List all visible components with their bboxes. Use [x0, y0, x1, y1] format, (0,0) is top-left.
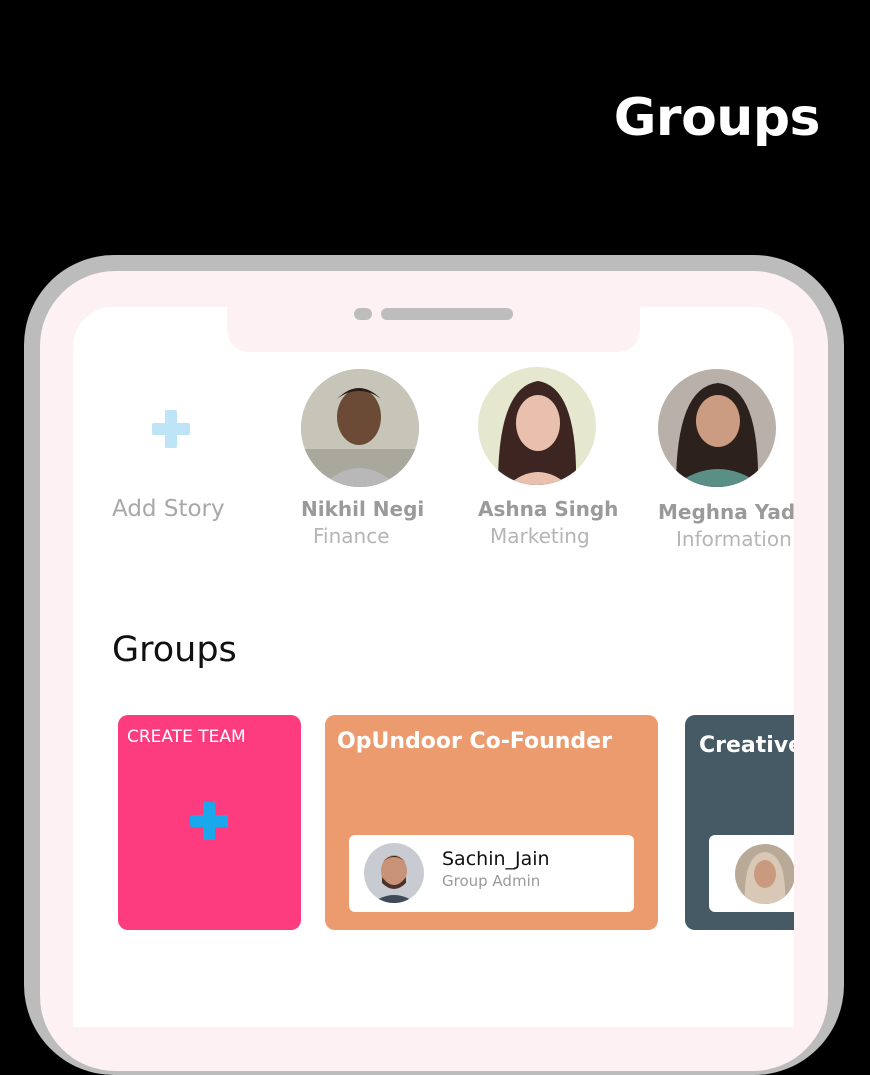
avatar: [658, 369, 776, 487]
story-name: Nikhil Negi: [301, 497, 425, 521]
group-card[interactable]: OpUndoor Co-Founder Sachin_Jain Group Ad…: [325, 715, 658, 930]
avatar: [301, 369, 419, 487]
story-name: Ashna Singh: [478, 497, 619, 521]
page-heading: Groups: [613, 88, 821, 148]
admin-role: Group Admin: [442, 872, 541, 890]
group-card-title: OpUndoor Co-Founder: [337, 729, 612, 754]
camera-dot: [354, 308, 372, 320]
add-story-label: Add Story: [112, 496, 225, 522]
phone-screen: Add Story Nikhil Negi Finance Ashna Sing…: [73, 307, 794, 1027]
create-team-label: CREATE TEAM: [127, 727, 246, 747]
avatar: [364, 843, 424, 903]
admin-name: Sachin_Jain: [442, 848, 550, 870]
avatar: [478, 367, 596, 485]
group-admin-box[interactable]: [709, 835, 794, 912]
story-name: Meghna Yadav: [658, 500, 794, 524]
story-item[interactable]: Meghna Yadav Information: [643, 369, 794, 559]
groups-section-title: Groups: [112, 630, 237, 670]
create-team-card[interactable]: CREATE TEAM: [118, 715, 301, 930]
avatar: [735, 844, 794, 904]
story-dept: Finance: [313, 524, 390, 548]
create-team-plus-icon: [190, 802, 228, 840]
add-story-plus-icon: [152, 410, 190, 448]
speaker-bar: [381, 308, 513, 320]
group-card[interactable]: Creative: [685, 715, 794, 930]
story-dept: Information: [676, 527, 792, 551]
story-dept: Marketing: [490, 524, 590, 548]
story-item[interactable]: Ashna Singh Marketing: [463, 367, 623, 557]
group-card-title: Creative: [699, 733, 794, 758]
add-story-button[interactable]: Add Story: [103, 387, 238, 527]
story-item[interactable]: Nikhil Negi Finance: [285, 369, 435, 559]
group-admin-box[interactable]: Sachin_Jain Group Admin: [349, 835, 634, 912]
